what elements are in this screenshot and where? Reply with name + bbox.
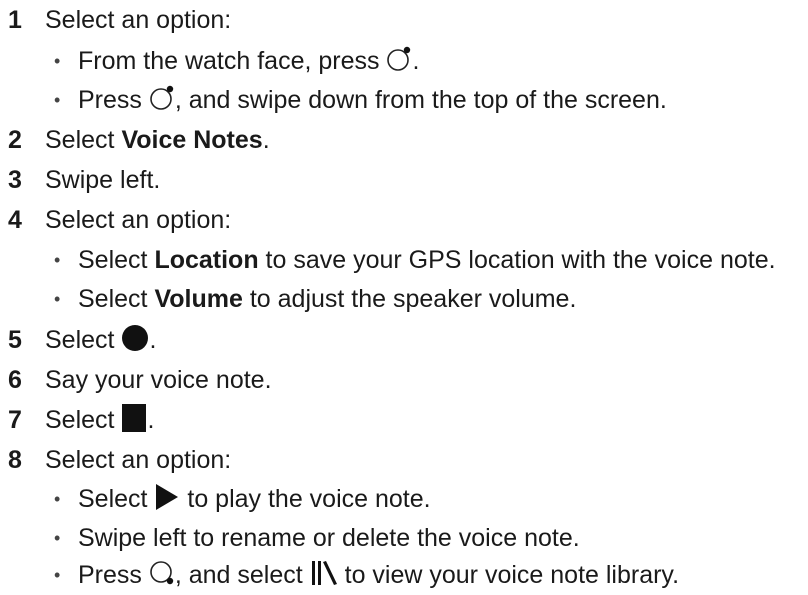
step-number: 2: [8, 126, 22, 154]
option-text-before: Press: [78, 561, 149, 589]
bullet: •: [54, 90, 61, 110]
step-text-before: Select: [45, 406, 122, 434]
option-text: Press , and swipe down from the top of t…: [78, 80, 667, 120]
menu-item-volume: Volume: [154, 285, 243, 313]
option-text: Press , and select to view your voice no…: [78, 555, 679, 595]
step-number: 1: [8, 6, 22, 34]
option-text-after: to view your voice note library.: [337, 561, 680, 589]
step-text-after: .: [262, 126, 270, 154]
step-number: 5: [8, 326, 22, 354]
step-number: 7: [8, 406, 22, 434]
step-number: 3: [8, 166, 22, 194]
option-text-after: to save your GPS location with the voice…: [258, 246, 776, 274]
bullet: •: [54, 489, 61, 509]
option-text-after: .: [412, 47, 420, 75]
watch-button-icon: [386, 46, 412, 72]
menu-item-voice-notes: Voice Notes: [121, 126, 263, 154]
play-triangle-icon: [154, 483, 180, 511]
step-text-before: Select: [45, 126, 122, 154]
step-text: Select an option:: [45, 6, 232, 34]
option-text: Select Volume to adjust the speaker volu…: [78, 279, 576, 319]
step-text-before: Select: [45, 326, 122, 354]
option-text: Swipe left to rename or delete the voice…: [78, 524, 580, 552]
step-text: Say your voice note.: [45, 366, 272, 394]
record-circle-icon: [121, 324, 149, 352]
step-text: Swipe left.: [45, 166, 161, 194]
step-number: 8: [8, 446, 22, 474]
step-text: Select an option:: [45, 206, 232, 234]
step-number: 4: [8, 206, 22, 234]
step-number: 6: [8, 366, 22, 394]
bullet: •: [54, 289, 61, 309]
bullet: •: [54, 250, 61, 270]
option-text-middle: , and select: [174, 561, 310, 589]
option-text-before: Select: [78, 285, 155, 313]
watch-button-icon: [149, 85, 175, 111]
watch-lower-button-icon: [149, 560, 175, 586]
instruction-page: { "steps": [ { "number": "1", "text": "S…: [0, 0, 808, 593]
step-text-after: .: [149, 326, 157, 354]
step-text: Select .: [45, 400, 154, 440]
step-text-after: .: [147, 406, 155, 434]
option-text: Select to play the voice note.: [78, 479, 431, 519]
option-text-after: to play the voice note.: [180, 485, 431, 513]
option-text-after: to adjust the speaker volume.: [242, 285, 577, 313]
bullet: •: [54, 528, 61, 548]
option-text: From the watch face, press .: [78, 41, 419, 81]
stop-square-icon: [121, 403, 147, 433]
option-text-before: Press: [78, 86, 149, 114]
step-text: Select .: [45, 320, 156, 360]
option-text-before: Select: [78, 485, 155, 513]
bullet: •: [54, 51, 61, 71]
option-text: Select Location to save your GPS locatio…: [78, 240, 776, 280]
option-text-after: , and swipe down from the top of the scr…: [174, 86, 667, 114]
library-icon: [310, 559, 338, 587]
step-text: Select an option:: [45, 446, 232, 474]
option-text-before: Select: [78, 246, 155, 274]
step-text: Select Voice Notes.: [45, 120, 270, 160]
menu-item-location: Location: [154, 246, 259, 274]
bullet: •: [54, 565, 61, 585]
option-text-before: From the watch face, press: [78, 47, 387, 75]
